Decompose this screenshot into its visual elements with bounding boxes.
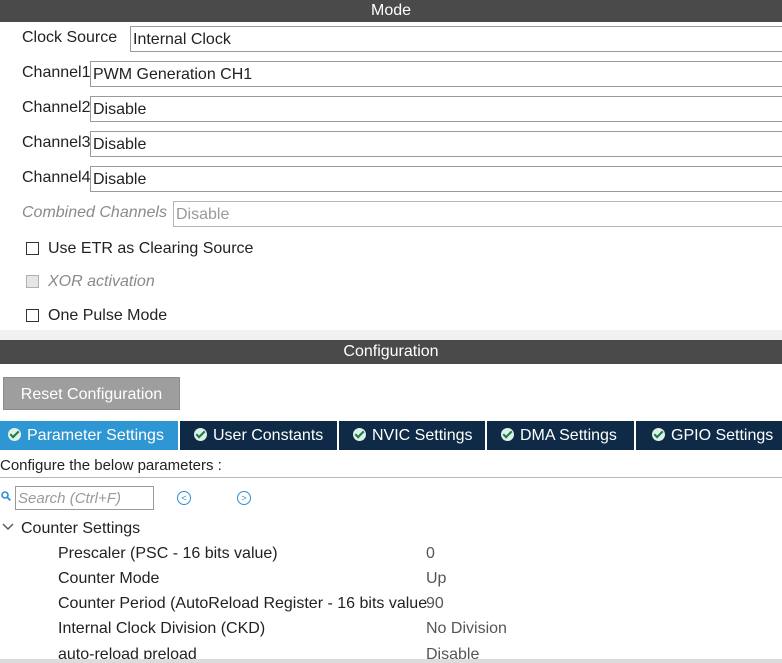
- configuration-header: Configuration: [0, 340, 782, 364]
- channel3-row: Channel3 Disable: [0, 127, 782, 162]
- check-circle-icon: [8, 428, 21, 441]
- tab-user-constants[interactable]: User Constants: [180, 421, 339, 450]
- checkbox-box: [26, 275, 39, 288]
- xor-activation-label: XOR activation: [48, 273, 155, 290]
- clock-source-row: Clock Source Internal Clock: [0, 22, 782, 57]
- channel1-row: Channel1 PWM Generation CH1: [0, 57, 782, 92]
- param-row[interactable]: Prescaler (PSC - 16 bits value) 0: [0, 543, 782, 568]
- channel2-row: Channel2 Disable: [0, 92, 782, 127]
- scrollbar-edge[interactable]: [0, 659, 782, 663]
- mode-header: Mode: [0, 0, 782, 22]
- param-name: Internal Clock Division (CKD): [58, 620, 266, 637]
- configuration-title: Configuration: [343, 343, 439, 360]
- tab-label: DMA Settings: [520, 427, 617, 444]
- tab-label: Parameter Settings: [27, 427, 164, 444]
- combined-channels-row: Combined Channels Disable: [0, 197, 782, 232]
- tab-dma-settings[interactable]: DMA Settings: [487, 421, 636, 450]
- channel1-label: Channel1: [22, 64, 91, 81]
- check-circle-icon: [353, 428, 366, 441]
- channel4-select[interactable]: Disable: [90, 166, 782, 192]
- param-row[interactable]: Internal Clock Division (CKD) No Divisio…: [0, 618, 782, 643]
- check-circle-icon: [652, 428, 665, 441]
- search-icon: [1, 491, 11, 501]
- chevron-right-icon[interactable]: >: [237, 491, 251, 505]
- mode-scroll-edge[interactable]: [0, 330, 782, 340]
- param-row[interactable]: auto-reload preload Disable: [0, 644, 782, 659]
- check-circle-icon: [501, 428, 514, 441]
- channel2-select[interactable]: Disable: [90, 96, 782, 122]
- combined-channels-label: Combined Channels: [22, 204, 167, 221]
- channel3-label: Channel3: [22, 134, 91, 151]
- combined-channels-select: Disable: [173, 201, 782, 227]
- checkbox-box[interactable]: [26, 242, 39, 255]
- tab-gpio-settings[interactable]: GPIO Settings: [636, 421, 782, 450]
- check-circle-icon: [194, 428, 207, 441]
- param-name: auto-reload preload: [58, 646, 197, 659]
- clock-source-label: Clock Source: [22, 29, 118, 46]
- tab-nvic-settings[interactable]: NVIC Settings: [339, 421, 487, 450]
- use-etr-label: Use ETR as Clearing Source: [48, 240, 254, 257]
- chevron-left-icon[interactable]: <: [177, 491, 191, 505]
- search-input[interactable]: [15, 486, 154, 510]
- param-value[interactable]: Up: [426, 568, 446, 590]
- param-value[interactable]: 0: [426, 543, 435, 565]
- tab-label: NVIC Settings: [372, 427, 473, 444]
- channel2-label: Channel2: [22, 99, 91, 116]
- param-name: Prescaler (PSC - 16 bits value): [58, 545, 278, 562]
- param-row[interactable]: Counter Mode Up: [0, 568, 782, 593]
- channel1-select[interactable]: PWM Generation CH1: [90, 61, 782, 87]
- param-value[interactable]: Disable: [426, 644, 479, 659]
- channel4-row: Channel4 Disable: [0, 162, 782, 197]
- config-tabs: Parameter Settings User Constants NVIC S…: [0, 421, 782, 450]
- chevron-down-icon[interactable]: [1, 520, 15, 534]
- tab-parameter-settings[interactable]: Parameter Settings: [0, 421, 180, 450]
- mode-title: Mode: [370, 2, 412, 19]
- one-pulse-mode-label: One Pulse Mode: [48, 307, 168, 324]
- counter-settings-group[interactable]: Counter Settings: [21, 518, 140, 540]
- channel4-label: Channel4: [22, 169, 91, 186]
- param-row[interactable]: Counter Period (AutoReload Register - 16…: [0, 593, 782, 618]
- param-value[interactable]: No Division: [426, 618, 507, 640]
- tab-label: GPIO Settings: [671, 427, 774, 444]
- checkbox-box[interactable]: [26, 309, 39, 322]
- tab-label: User Constants: [213, 427, 324, 444]
- reset-configuration-button[interactable]: Reset Configuration: [3, 377, 180, 410]
- clock-source-select[interactable]: Internal Clock: [130, 26, 782, 52]
- param-row-clipped: auto-reload preload Disable: [0, 644, 782, 659]
- channel3-select[interactable]: Disable: [90, 131, 782, 157]
- configure-hint: Configure the below parameters :: [0, 454, 782, 478]
- param-value[interactable]: 90: [426, 593, 444, 615]
- param-name: Counter Mode: [58, 570, 160, 587]
- param-name: Counter Period (AutoReload Register - 16…: [58, 595, 428, 612]
